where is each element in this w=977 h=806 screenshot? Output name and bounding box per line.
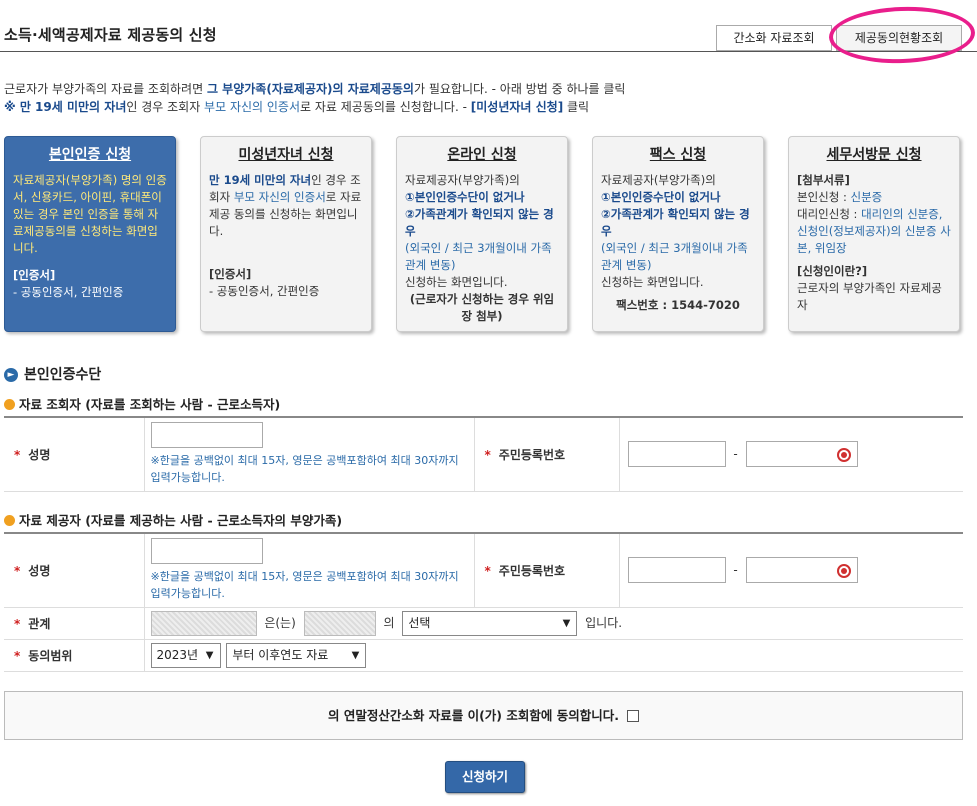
card-cert-label: [인증서]	[209, 267, 252, 281]
consent-scope-label: 동의범위	[28, 648, 73, 663]
card-title: 세무서방문 신청	[826, 147, 922, 163]
header-bar: 소득·세액공제자료 제공동의 신청 간소화 자료조회 제공동의현황조회	[0, 0, 977, 66]
card-desc: 만 19세 미만의 자녀인 경우 조회자 부모 자신의 인증서로 자료 제공 동…	[209, 173, 362, 238]
chevron-down-icon: ▼	[205, 649, 214, 661]
intro-line-2: ※ 만 19세 미만의 자녀인 경우 조회자 부모 자신의 인증서로 자료 제공…	[4, 100, 590, 114]
card-fax[interactable]: 팩스 신청 자료제공자(부양가족)의 ①본인인증수단이 없거나 ②가족관계가 확…	[592, 136, 764, 332]
card-title: 팩스 신청	[649, 147, 707, 163]
relation-label: 관계	[28, 616, 51, 631]
consent-agreement-text: 의 연말정산간소화 자료를 이(가) 조회함에 동의합니다.	[328, 708, 619, 723]
provider-rrn-label: 주민등록번호	[498, 563, 566, 578]
card-title: 본인인증 신청	[48, 147, 132, 163]
consent-range-select[interactable]: 부터 이후연도 자료 ▼	[226, 642, 367, 668]
security-keypad-icon[interactable]	[836, 564, 851, 579]
relation-viewer-name	[150, 610, 257, 636]
chevron-down-icon: ▼	[562, 617, 571, 629]
card-tax-office-visit[interactable]: 세무서방문 신청 [첨부서류] 본인신청 : 신분증 대리인신청 : 대리인의 …	[788, 136, 960, 332]
provider-rrn-back-input[interactable]	[745, 557, 858, 584]
card-title: 미성년자녀 신청	[238, 147, 334, 163]
provider-name-input[interactable]	[150, 538, 263, 565]
consent-year-select[interactable]: 2023년 ▼	[150, 642, 221, 668]
relation-provider-name	[303, 610, 376, 636]
viewer-name-input[interactable]	[150, 422, 263, 449]
section-title: ► 본인인증수단	[4, 364, 101, 384]
viewer-name-label: 성명	[28, 447, 51, 462]
card-online[interactable]: 온라인 신청 자료제공자(부양가족)의 ①본인인증수단이 없거나 ②가족관계가 …	[396, 136, 568, 332]
provider-name-label: 성명	[28, 563, 51, 578]
fax-number: 팩스번호 : 1544-7020	[616, 298, 740, 312]
application-method-cards: 본인인증 신청 자료제공자(부양가족) 명의 인증서, 신용카드, 아이핀, 휴…	[4, 136, 974, 334]
card-minor-child[interactable]: 미성년자녀 신청 만 19세 미만의 자녀인 경우 조회자 부모 자신의 인증서…	[200, 136, 372, 332]
viewer-form: * 성명 ※한글을 공백없이 최대 15자, 영문은 공백포함하여 최대 30자까…	[4, 416, 963, 492]
chevron-down-icon: ▼	[351, 649, 360, 661]
card-cert-label: [인증서]	[13, 268, 56, 282]
bullet-icon	[4, 399, 15, 410]
intro-text: 근로자가 부양가족의 자료를 조회하려면 그 부양가족(자료제공자)의 자료제공…	[4, 80, 625, 116]
page-title: 소득·세액공제자료 제공동의 신청	[4, 26, 217, 44]
viewer-name-hint: ※한글을 공백없이 최대 15자, 영문은 공백포함하여 최대 30자까지 입력…	[150, 454, 459, 485]
consent-agree-checkbox[interactable]	[626, 709, 639, 722]
arrow-right-icon: ►	[4, 368, 18, 382]
provider-form: * 성명 ※한글을 공백없이 최대 15자, 영문은 공백포함하여 최대 30자까…	[4, 532, 963, 672]
viewer-rrn-front-input[interactable]	[627, 441, 726, 468]
card-cert-value: - 공동인증서, 간편인증	[13, 285, 124, 299]
relation-select[interactable]: 선택 ▼	[402, 610, 578, 636]
simplified-data-lookup-button[interactable]: 간소화 자료조회	[716, 25, 832, 51]
security-keypad-icon[interactable]	[836, 448, 851, 463]
card-title: 온라인 신청	[447, 147, 517, 163]
viewer-rrn-back-input[interactable]	[745, 441, 858, 468]
consent-agreement-box: 의 연말정산간소화 자료를 이(가) 조회함에 동의합니다.	[4, 691, 963, 740]
card-desc: 자료제공자(부양가족) 명의 인증서, 신용카드, 아이핀, 휴대폰이 있는 경…	[13, 173, 167, 255]
submit-application-button[interactable]: 신청하기	[445, 761, 525, 793]
bullet-icon	[4, 515, 15, 526]
intro-line-1: 근로자가 부양가족의 자료를 조회하려면 그 부양가족(자료제공자)의 자료제공…	[4, 82, 626, 96]
card-self-auth[interactable]: 본인인증 신청 자료제공자(부양가족) 명의 인증서, 신용카드, 아이핀, 휴…	[4, 136, 176, 332]
consent-status-lookup-button[interactable]: 제공동의현황조회	[836, 25, 962, 51]
provider-rrn-front-input[interactable]	[627, 557, 726, 584]
provider-section-title: 자료 제공자 (자료를 제공하는 사람 - 근로소득자의 부양가족)	[4, 510, 342, 529]
viewer-rrn-label: 주민등록번호	[498, 447, 566, 462]
provider-name-hint: ※한글을 공백없이 최대 15자, 영문은 공백포함하여 최대 30자까지 입력…	[150, 570, 459, 601]
viewer-section-title: 자료 조회자 (자료를 조회하는 사람 - 근로소득자)	[4, 394, 280, 413]
card-cert-value: - 공동인증서, 간편인증	[209, 284, 320, 298]
